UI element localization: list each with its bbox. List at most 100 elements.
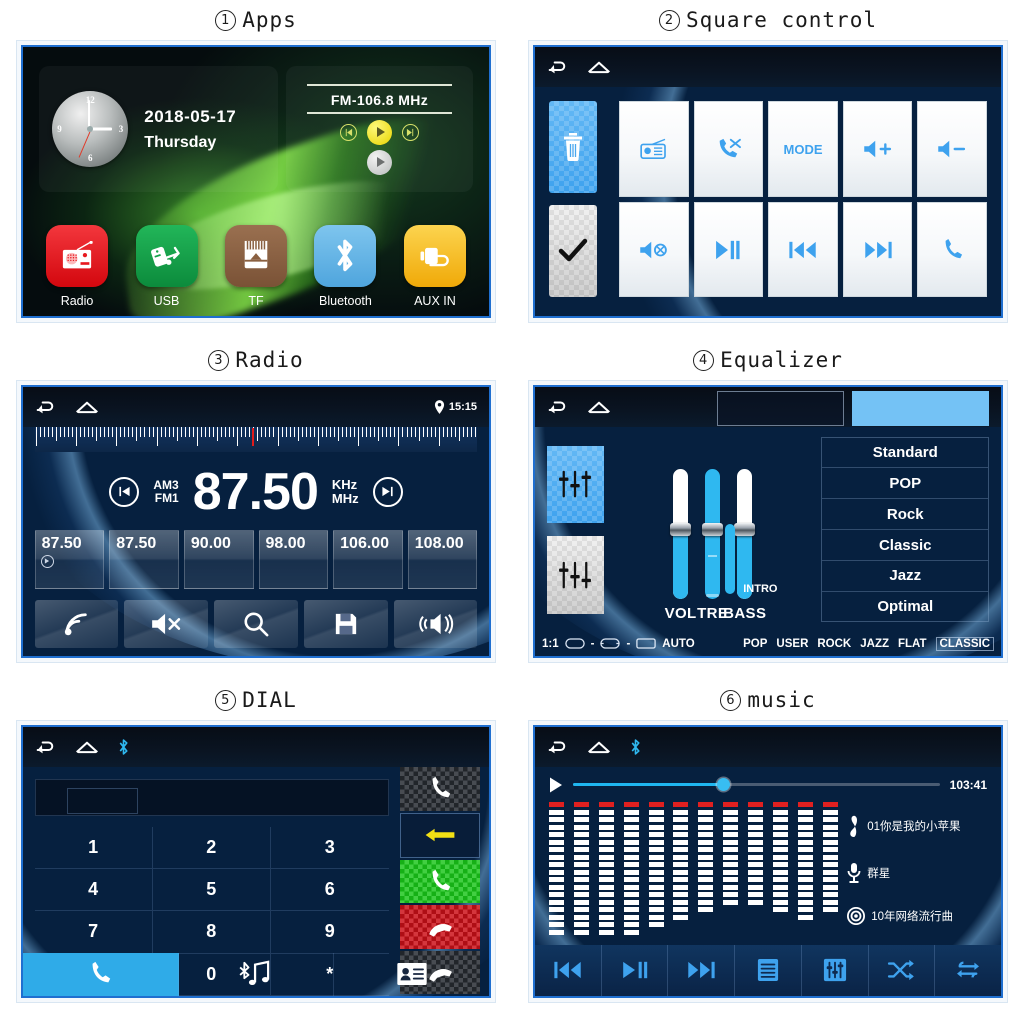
progress-slider[interactable] (572, 778, 940, 792)
preset-button[interactable]: 108.00 (407, 529, 478, 589)
dial-input[interactable] (34, 778, 389, 816)
aspect-ratio-label[interactable]: 1:1 (542, 638, 559, 650)
signal-icon[interactable] (34, 599, 119, 648)
eq-display-box[interactable] (716, 391, 844, 426)
back-icon[interactable] (35, 400, 57, 415)
back-icon[interactable] (547, 60, 569, 75)
slider-track[interactable]: INTRO (725, 469, 777, 600)
shuffle-button[interactable] (869, 944, 936, 996)
slider-track[interactable] (702, 469, 724, 600)
mute-button[interactable] (619, 201, 689, 298)
equalizer-icon-active[interactable] (546, 445, 605, 523)
next-icon[interactable] (402, 123, 419, 141)
key-2[interactable]: 2 (152, 826, 271, 869)
key-8[interactable]: 8 (152, 911, 271, 954)
previous-station-icon[interactable] (109, 476, 140, 507)
next-button[interactable] (842, 201, 913, 298)
play-icon[interactable] (367, 119, 392, 145)
preset-button[interactable]: 106.00 (333, 529, 403, 589)
preset-button[interactable]: 98.00 (258, 529, 329, 589)
back-icon[interactable] (547, 400, 569, 415)
secondary-play-icon[interactable] (367, 149, 392, 175)
equalizer-button[interactable] (802, 944, 869, 996)
volume-down-button[interactable] (917, 101, 988, 197)
radio-button[interactable] (619, 101, 689, 197)
home-icon[interactable] (75, 740, 99, 754)
eq-mode-jazz[interactable]: JAZZ (860, 638, 889, 650)
play-icon[interactable] (549, 777, 563, 793)
key-1[interactable]: 1 (34, 826, 153, 869)
check-icon[interactable] (548, 205, 598, 298)
play-pause-button[interactable] (602, 944, 669, 996)
phone-button[interactable] (917, 201, 988, 298)
eq-mode-pop[interactable]: POP (743, 638, 767, 650)
key-6[interactable]: 6 (270, 869, 389, 912)
tab-phone[interactable] (23, 952, 179, 996)
screen-fit-icon[interactable] (564, 637, 585, 650)
preset-button[interactable]: 90.00 (183, 529, 254, 589)
mode-button[interactable]: MODE (768, 101, 838, 197)
search-icon[interactable] (214, 599, 298, 648)
call-answer-icon[interactable] (400, 860, 480, 904)
eq-mode-user[interactable]: USER (776, 638, 808, 650)
radio-widget[interactable]: FM-106.8 MHz (286, 65, 473, 193)
call-reject-button[interactable] (693, 101, 764, 197)
loudness-icon[interactable] (393, 599, 478, 648)
eq-mode-rock[interactable]: ROCK (817, 638, 851, 650)
previous-icon[interactable] (340, 123, 357, 141)
app-usb[interactable]: USB (122, 224, 211, 308)
key-5[interactable]: 5 (152, 868, 271, 912)
save-icon[interactable] (303, 599, 388, 648)
slider-tre[interactable]: TRE (697, 469, 728, 622)
app-aux-in[interactable]: AUX IN (390, 224, 479, 308)
eq-preset-item[interactable]: POP (822, 468, 989, 500)
previous-button[interactable] (768, 201, 838, 298)
preset-button[interactable]: 87.50 (109, 529, 179, 589)
eq-preset-item[interactable]: Classic (822, 530, 989, 561)
trash-icon[interactable] (548, 101, 598, 194)
progress-knob[interactable] (716, 778, 730, 792)
eq-selected-box[interactable] (851, 391, 990, 426)
backspace-arrow-icon[interactable] (400, 812, 480, 858)
frequency-scale[interactable] (34, 427, 478, 452)
eq-mode-flat[interactable]: FLAT (898, 638, 927, 650)
eq-preset-item[interactable]: Jazz (822, 561, 989, 592)
eq-mode-classic[interactable]: CLASSIC (935, 636, 995, 651)
slider-vol[interactable]: VOL (665, 469, 696, 622)
previous-button[interactable] (535, 944, 602, 996)
preset-button[interactable]: 87.50 (34, 529, 105, 589)
screen-full-icon[interactable] (636, 637, 657, 650)
equalizer-icon-inactive[interactable] (546, 536, 605, 614)
key-3[interactable]: 3 (270, 827, 389, 869)
mute-icon[interactable] (124, 599, 209, 648)
eq-preset-item[interactable]: Optimal (822, 592, 988, 622)
volume-up-button[interactable] (842, 101, 913, 197)
eq-preset-item[interactable]: Rock (822, 499, 989, 531)
key-4[interactable]: 4 (34, 868, 153, 912)
call-end-icon[interactable] (400, 905, 480, 949)
home-icon[interactable] (75, 400, 99, 414)
tab-bluetooth-music[interactable] (179, 952, 335, 996)
repeat-button[interactable] (935, 945, 1001, 996)
back-icon[interactable] (547, 740, 569, 755)
app-bluetooth[interactable]: Bluetooth (301, 224, 390, 308)
eq-preset-item[interactable]: Standard (822, 438, 989, 469)
next-station-icon[interactable] (372, 476, 403, 507)
playlist-button[interactable] (735, 944, 802, 996)
home-icon[interactable] (587, 740, 611, 754)
back-icon[interactable] (35, 740, 57, 755)
slider-track[interactable] (670, 469, 692, 600)
key-9[interactable]: 9 (270, 911, 389, 954)
app-radio[interactable]: Radio (32, 224, 121, 308)
app-tf[interactable]: TF (211, 224, 300, 308)
play-pause-button[interactable] (693, 201, 764, 298)
auto-label[interactable]: AUTO (662, 638, 694, 650)
phone-icon[interactable] (400, 767, 480, 811)
home-icon[interactable] (587, 400, 611, 414)
tab-contacts[interactable] (334, 953, 489, 996)
screen-stretch-icon[interactable] (600, 637, 621, 650)
slider-bass[interactable]: INTRO BASS (723, 469, 777, 622)
clock-widget[interactable]: 12 3 6 9 2018-05-17 Thursday (39, 65, 278, 193)
key-7[interactable]: 7 (34, 911, 153, 954)
next-button[interactable] (668, 944, 736, 996)
